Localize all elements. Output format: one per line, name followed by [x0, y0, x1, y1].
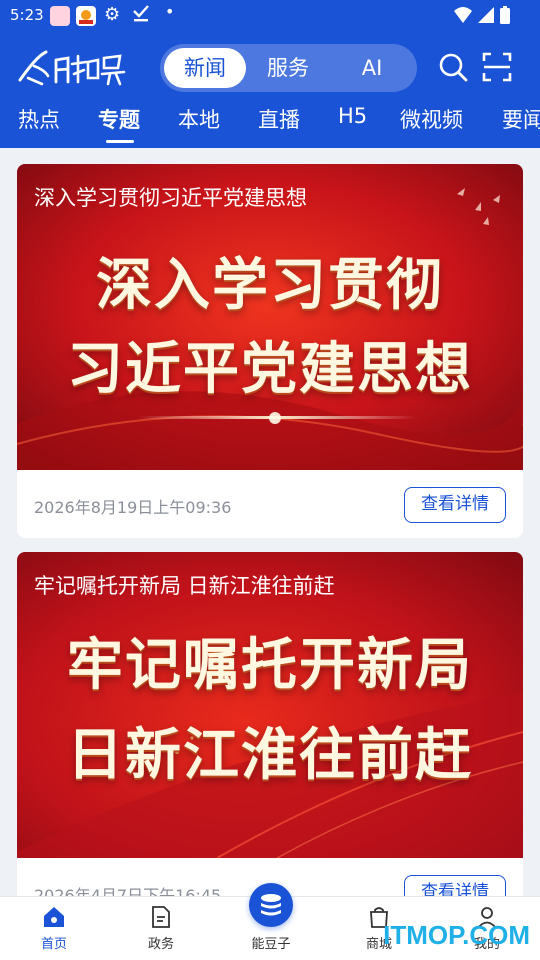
topic-card[interactable]: 深入学习贯彻习近平党建思想 深入学习贯彻 习近平党建思想 2026年8月19日上…	[17, 164, 523, 538]
battery-icon	[500, 6, 510, 24]
notification-app-icon	[50, 6, 70, 26]
dot-icon: •	[165, 2, 175, 21]
tab-special[interactable]: 专题	[98, 104, 140, 134]
gear-icon: ⚙	[104, 4, 121, 25]
tab-micro-video[interactable]: 微视频	[400, 104, 463, 134]
coins-icon[interactable]	[249, 883, 293, 927]
status-bar: 5:23 ⚙ •	[0, 0, 540, 32]
channel-switcher: 新闻 服务 AI	[160, 44, 417, 92]
nav-government[interactable]: 政务	[131, 905, 191, 952]
system-indicators	[454, 6, 510, 24]
nav-label: 政务	[147, 937, 174, 952]
notification-app-icon	[76, 6, 96, 26]
search-icon[interactable]	[438, 52, 468, 82]
card-title: 深入学习贯彻习近平党建思想	[34, 186, 307, 210]
banner-headline-line2: 日新江淮往前赶	[67, 723, 473, 788]
nav-label: 首页	[40, 937, 67, 952]
scan-icon[interactable]	[482, 52, 512, 82]
banner-headline-line2: 习近平党建思想	[67, 337, 473, 402]
app-header: 5:23 ⚙ • 新闻 服务 AI 热点 专题 本地 直播 H5 微视频 要闻	[0, 0, 540, 148]
wifi-icon	[454, 7, 472, 23]
tab-headlines[interactable]: 要闻	[502, 104, 540, 134]
status-time: 5:23	[10, 6, 44, 24]
topic-banner[interactable]: 牢记嘱托开新局 日新江淮往前赶 牢记嘱托开新局 日新江淮往前赶	[17, 552, 523, 858]
tab-hot[interactable]: 热点	[18, 104, 60, 134]
topic-card[interactable]: 牢记嘱托开新局 日新江淮往前赶 牢记嘱托开新局 日新江淮往前赶 2026年4月7…	[17, 552, 523, 926]
tab-live[interactable]: 直播	[258, 104, 300, 134]
view-details-button[interactable]: 查看详情	[404, 487, 506, 523]
download-done-icon	[132, 3, 150, 28]
document-icon	[152, 906, 170, 928]
topic-banner[interactable]: 深入学习贯彻习近平党建思想 深入学习贯彻 习近平党建思想	[17, 164, 523, 470]
active-tab-indicator	[106, 140, 134, 143]
card-title: 牢记嘱托开新局 日新江淮往前赶	[34, 574, 335, 598]
tab-local[interactable]: 本地	[178, 104, 220, 134]
nav-label: 能豆子	[251, 937, 291, 952]
card-footer: 2026年8月19日上午09:36 查看详情	[17, 470, 523, 538]
segment-ai[interactable]: AI	[332, 48, 412, 88]
nav-home[interactable]: 首页	[24, 905, 84, 952]
home-icon	[44, 907, 64, 927]
app-logo	[16, 46, 126, 90]
segment-services[interactable]: 服务	[248, 48, 328, 88]
tab-h5[interactable]: H5	[338, 104, 367, 128]
category-tabs: 热点 专题 本地 直播 H5 微视频 要闻	[0, 100, 540, 148]
card-date: 2026年8月19日上午09:36	[34, 498, 232, 517]
banner-headline-line1: 牢记嘱托开新局	[67, 633, 473, 698]
signal-icon	[478, 7, 494, 23]
watermark: ITMOP.COM	[383, 920, 530, 950]
segment-news[interactable]: 新闻	[164, 48, 246, 88]
banner-headline-line1: 深入学习贯彻	[96, 253, 444, 318]
